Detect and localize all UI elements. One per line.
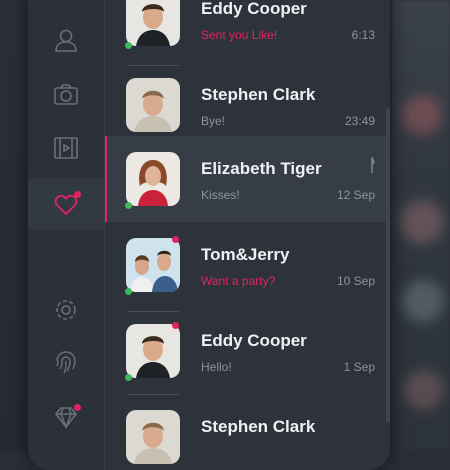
chat-list: Eddy Cooper Sent you Like! 6:13 Stephen … — [105, 0, 390, 470]
chat-row[interactable]: Tom&Jerry Want a party? 10 Sep — [105, 222, 390, 312]
unread-dot — [172, 236, 179, 243]
film-icon — [54, 137, 78, 159]
online-dot — [125, 374, 132, 381]
sidebar-item-profile[interactable] — [28, 15, 104, 65]
sidebar-item-settings[interactable] — [28, 285, 104, 335]
last-message: Bye! — [201, 114, 226, 128]
avatar-man-icon — [126, 410, 180, 464]
contact-name: Elizabeth Tiger — [201, 159, 322, 178]
scrollbar[interactable] — [386, 108, 390, 423]
contact-name: Stephen Clark — [201, 417, 316, 436]
phone-frame: Eddy Cooper Sent you Like! 6:13 Stephen … — [28, 0, 390, 470]
online-dot — [125, 202, 132, 209]
chat-row[interactable]: Eddy Cooper Sent you Like! 6:13 — [105, 0, 390, 66]
avatar-man-icon — [126, 78, 180, 132]
sidebar-item-videos[interactable] — [28, 123, 104, 173]
background-right — [392, 0, 450, 450]
avatar-woman-icon — [126, 152, 180, 206]
camera-icon — [54, 84, 78, 105]
sidebar-item-photos[interactable] — [28, 70, 104, 120]
contact-name: Eddy Cooper — [201, 331, 307, 350]
notification-badge — [74, 191, 81, 198]
last-message: Hello! — [201, 360, 232, 374]
avatar-couple-icon — [126, 238, 180, 292]
contact-name: Stephen Clark — [201, 85, 316, 104]
contact-name: Eddy Cooper — [201, 0, 307, 18]
chat-row-selected[interactable]: Elizabeth Tiger Kisses! 12 Sep — [105, 136, 390, 222]
last-message: Kisses! — [201, 188, 240, 202]
avatar — [126, 238, 180, 292]
online-dot — [125, 42, 132, 49]
last-message: Want a party? — [201, 274, 276, 288]
chat-row[interactable]: Stephen Clark — [105, 394, 390, 470]
message-time: 1 Sep — [343, 360, 375, 374]
flag-icon — [371, 157, 375, 173]
message-time: 23:49 — [344, 114, 375, 128]
chat-row[interactable]: Eddy Cooper Hello! 1 Sep — [105, 308, 390, 395]
user-icon — [55, 29, 77, 52]
message-time: 12 Sep — [336, 188, 375, 202]
avatar — [126, 324, 180, 378]
sidebar-item-premium[interactable] — [28, 392, 104, 442]
selection-indicator — [105, 136, 107, 222]
online-dot — [125, 288, 132, 295]
message-time: 10 Sep — [336, 274, 375, 288]
notification-badge — [74, 404, 81, 411]
avatar-man-icon — [126, 0, 180, 46]
fingerprint-icon — [56, 351, 76, 374]
last-message: Sent you Like! — [201, 28, 278, 42]
contact-name: Tom&Jerry — [201, 245, 290, 264]
sidebar-item-security[interactable] — [28, 338, 104, 388]
unread-dot — [172, 322, 179, 329]
avatar — [126, 78, 180, 132]
sidebar-item-likes[interactable] — [28, 178, 104, 230]
message-time: 6:13 — [351, 28, 375, 42]
avatar-man-icon — [126, 324, 180, 378]
avatar — [126, 0, 180, 46]
avatar — [126, 410, 180, 464]
avatar — [126, 152, 180, 206]
sidebar — [28, 0, 105, 470]
gear-icon — [56, 300, 76, 320]
